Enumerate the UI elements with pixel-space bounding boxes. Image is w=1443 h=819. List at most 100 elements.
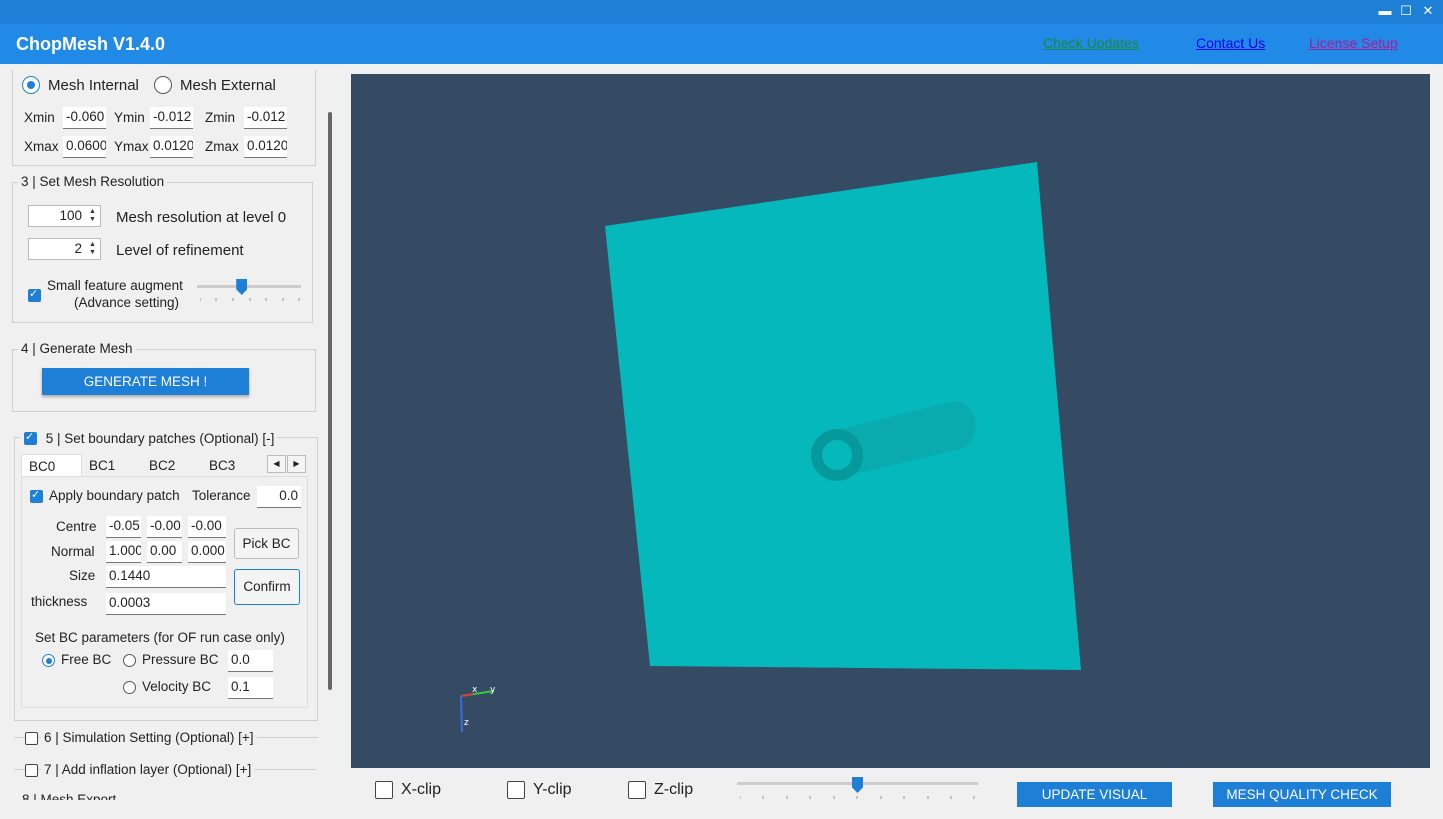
apply-patch-checkbox[interactable] bbox=[30, 488, 43, 503]
mesh-internal-label: Mesh Internal bbox=[48, 77, 139, 94]
boundary-title: 5 | Set boundary patches (Optional) [-] bbox=[45, 431, 275, 446]
centre-z-field[interactable]: -0.00 bbox=[188, 516, 226, 538]
maximize-button[interactable]: ☐ bbox=[1396, 2, 1416, 20]
export-section-clip: 8 | Mesh Export bbox=[16, 791, 326, 800]
velocity-bc-radio[interactable] bbox=[123, 681, 136, 694]
simulation-title: 6 | Simulation Setting (Optional) [+] bbox=[41, 730, 257, 745]
app-title: ChopMesh V1.4.0 bbox=[16, 34, 166, 54]
pick-bc-button[interactable]: Pick BC bbox=[234, 528, 299, 559]
generate-mesh-button[interactable]: GENERATE MESH ! bbox=[42, 368, 249, 395]
zmax-field[interactable]: 0.0120 bbox=[244, 136, 287, 158]
mesh-internal-radio[interactable] bbox=[22, 76, 40, 94]
advance-setting-label: (Advance setting) bbox=[74, 295, 180, 310]
free-bc-radio[interactable] bbox=[42, 654, 55, 667]
zmin-label: Zmin bbox=[205, 110, 235, 125]
yclip-checkbox[interactable] bbox=[507, 781, 525, 799]
xclip-checkbox[interactable] bbox=[375, 781, 393, 799]
minimize-button[interactable]: ▬ bbox=[1375, 2, 1395, 20]
small-feature-label: Small feature augment bbox=[47, 278, 183, 293]
xmin-label: Xmin bbox=[24, 110, 55, 125]
normal-label: Normal bbox=[51, 544, 95, 559]
confirm-button[interactable]: Confirm bbox=[234, 569, 300, 605]
boundary-checkbox[interactable] bbox=[24, 430, 37, 445]
size-field[interactable]: 0.1440 bbox=[106, 566, 226, 588]
spin-arrows-icon[interactable]: ▲ ▼ bbox=[87, 208, 98, 224]
settings-scrollbar[interactable] bbox=[328, 112, 332, 690]
axis-y-label: y bbox=[490, 685, 496, 695]
xmax-label: Xmax bbox=[24, 139, 59, 154]
centre-label: Centre bbox=[56, 519, 97, 534]
xmax-field[interactable]: 0.0600 bbox=[63, 136, 106, 158]
contact-us-link[interactable]: Contact Us bbox=[1196, 35, 1265, 51]
refinement-value: 2 bbox=[74, 241, 82, 256]
zmin-field[interactable]: -0.012 bbox=[244, 107, 287, 129]
refinement-label: Level of refinement bbox=[116, 242, 244, 259]
tab-bc2[interactable]: BC2 bbox=[142, 454, 202, 477]
mesh-resolution-spinbox[interactable]: 100 ▲ ▼ bbox=[28, 205, 101, 227]
xmin-field[interactable]: -0.060 bbox=[63, 107, 106, 129]
pressure-value-field[interactable]: 0.0 bbox=[228, 650, 273, 672]
size-label: Size bbox=[69, 568, 96, 583]
pressure-bc-label: Pressure BC bbox=[142, 652, 219, 667]
refinement-spinbox[interactable]: 2 ▲ ▼ bbox=[28, 238, 101, 260]
mesh-resolution-label: Mesh resolution at level 0 bbox=[116, 209, 287, 226]
boundary-title-wrap: 5 | Set boundary patches (Optional) [-] bbox=[20, 430, 278, 446]
tab-scroll-left-icon[interactable]: ◀ bbox=[267, 455, 286, 473]
check-updates-link[interactable]: Check Updates bbox=[1043, 35, 1139, 51]
clip-slider-thumb[interactable] bbox=[852, 777, 863, 793]
mesh-resolution-value: 100 bbox=[59, 208, 82, 223]
export-title: 8 | Mesh Export bbox=[22, 792, 117, 800]
domain-box-face bbox=[605, 162, 1081, 670]
ymin-field[interactable]: -0.012 bbox=[150, 107, 193, 129]
yclip-label: Y-clip bbox=[533, 781, 572, 798]
feature-slider-track[interactable] bbox=[197, 285, 301, 288]
normal-x-field[interactable]: 1.000 bbox=[106, 541, 141, 563]
inflation-checkbox[interactable] bbox=[25, 764, 38, 777]
ymax-label: Ymax bbox=[114, 139, 149, 154]
app-header: ChopMesh V1.4.0 Check Updates Contact Us… bbox=[0, 24, 1443, 64]
tab-scroll-right-icon[interactable]: ▶ bbox=[287, 455, 306, 473]
thickness-label: thickness bbox=[31, 594, 88, 609]
velocity-bc-label: Velocity BC bbox=[142, 679, 212, 694]
thickness-field[interactable]: 0.0003 bbox=[106, 593, 226, 615]
spin-arrows-icon[interactable]: ▲ ▼ bbox=[87, 241, 98, 257]
generate-title: 4 | Generate Mesh bbox=[18, 341, 136, 356]
tolerance-label: Tolerance bbox=[192, 488, 251, 503]
resolution-title: 3 | Set Mesh Resolution bbox=[18, 174, 168, 189]
mesh-external-radio[interactable] bbox=[154, 76, 172, 94]
axes-triad-icon: x y z bbox=[460, 685, 496, 733]
update-visual-button[interactable]: UPDATE VISUAL bbox=[1017, 782, 1172, 807]
pipe-end-hole bbox=[822, 440, 852, 470]
normal-z-field[interactable]: 0.000 bbox=[188, 541, 226, 563]
window-title-bar: ▬ ☐ ✕ bbox=[0, 0, 1443, 24]
tolerance-field[interactable]: 0.0 bbox=[257, 486, 301, 508]
xclip-label: X-clip bbox=[401, 781, 442, 798]
mesh-render: x y z bbox=[460, 162, 1081, 733]
bc-params-title: Set BC parameters (for OF run case only) bbox=[35, 630, 285, 645]
tab-bc3[interactable]: BC3 bbox=[202, 454, 262, 477]
3d-viewport[interactable]: x y z bbox=[351, 74, 1430, 768]
ymax-field[interactable]: 0.0120 bbox=[150, 136, 193, 158]
ymin-label: Ymin bbox=[114, 110, 145, 125]
mesh-external-label: Mesh External bbox=[180, 77, 276, 94]
velocity-value-field[interactable]: 0.1 bbox=[228, 677, 273, 699]
license-setup-link[interactable]: License Setup bbox=[1309, 35, 1398, 51]
close-button[interactable]: ✕ bbox=[1418, 2, 1438, 20]
tab-bc0[interactable]: BC0 bbox=[21, 454, 82, 477]
normal-y-field[interactable]: 0.00 bbox=[147, 541, 182, 563]
apply-patch-label: Apply boundary patch bbox=[49, 488, 180, 503]
centre-x-field[interactable]: -0.05 bbox=[106, 516, 141, 538]
inflation-title: 7 | Add inflation layer (Optional) [+] bbox=[41, 762, 255, 777]
zmax-label: Zmax bbox=[205, 139, 239, 154]
tab-bc1[interactable]: BC1 bbox=[82, 454, 142, 477]
centre-y-field[interactable]: -0.00 bbox=[147, 516, 182, 538]
mesh-quality-check-button[interactable]: MESH QUALITY CHECK bbox=[1213, 782, 1391, 807]
zclip-checkbox[interactable] bbox=[628, 781, 646, 799]
clip-slider-ticks bbox=[740, 796, 975, 799]
small-feature-checkbox[interactable] bbox=[28, 287, 41, 302]
pressure-bc-radio[interactable] bbox=[123, 654, 136, 667]
simulation-checkbox[interactable] bbox=[25, 732, 38, 745]
axis-z-label: z bbox=[464, 718, 469, 728]
axis-x-label: x bbox=[472, 685, 478, 695]
feature-slider-ticks bbox=[200, 298, 300, 301]
